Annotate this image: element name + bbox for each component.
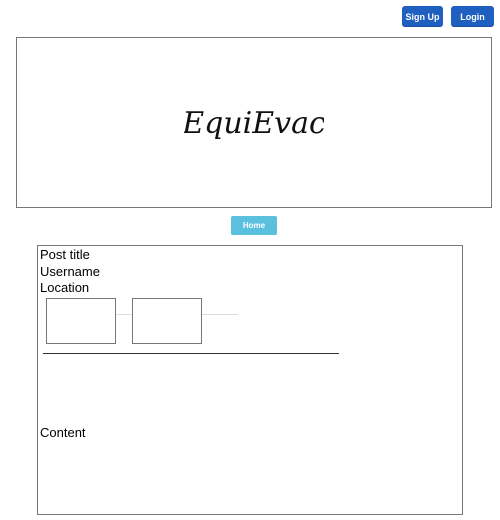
image-placeholder[interactable] bbox=[132, 298, 202, 344]
home-button[interactable]: Home bbox=[231, 216, 277, 235]
post-title: Post title bbox=[40, 247, 90, 262]
logo: EquiEvac bbox=[184, 106, 324, 141]
logo-text: EquiEvac bbox=[184, 106, 324, 141]
login-button[interactable]: Login bbox=[451, 6, 494, 27]
logo-banner: EquiEvac bbox=[16, 37, 492, 208]
page: Sign Up Login EquiEvac Home Post title U… bbox=[0, 0, 500, 520]
post-content: Content bbox=[40, 425, 86, 440]
post-location: Location bbox=[40, 280, 90, 295]
post-card: Post title Username Location Content bbox=[37, 245, 463, 515]
divider bbox=[43, 353, 339, 354]
post-username: Username bbox=[40, 264, 100, 279]
thumbnail-connector bbox=[116, 314, 132, 315]
thumbnail-connector bbox=[202, 314, 238, 315]
sign-up-button[interactable]: Sign Up bbox=[402, 6, 443, 27]
image-placeholder[interactable] bbox=[46, 298, 116, 344]
